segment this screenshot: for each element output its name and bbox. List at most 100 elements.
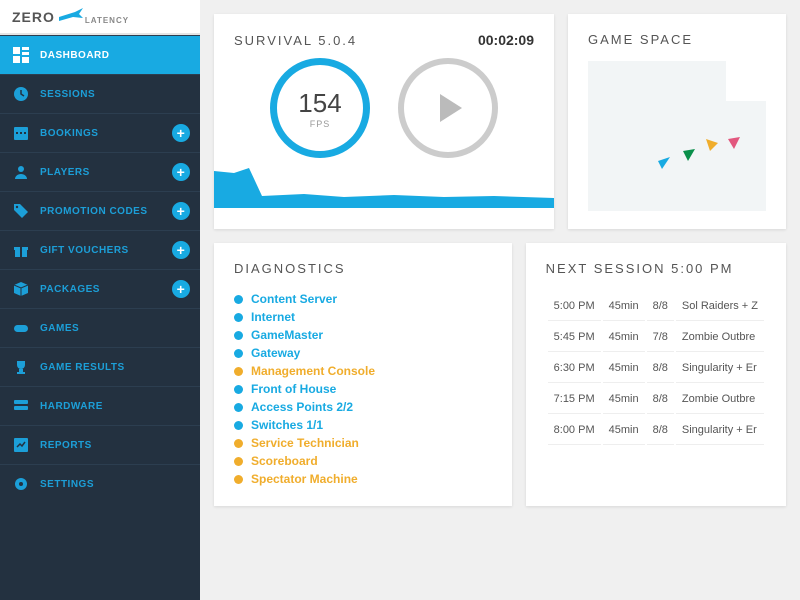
status-dot-warn (234, 439, 243, 448)
session-cap: 8/8 (647, 354, 674, 383)
sidebar-item-label: GAME RESULTS (40, 362, 125, 373)
session-row[interactable]: 6:30 PM45min8/8Singularity + Er (548, 354, 764, 383)
sidebar-item-sessions[interactable]: SESSIONS (0, 74, 200, 113)
session-row[interactable]: 7:15 PM45min8/8Zombie Outbre (548, 385, 764, 414)
session-cap: 7/8 (647, 323, 674, 352)
status-dot-warn (234, 457, 243, 466)
diagnostic-item: Content Server (234, 290, 492, 308)
session-cap: 8/8 (647, 292, 674, 321)
diagnostic-item: Internet (234, 308, 492, 326)
diagnostic-label: Management Console (251, 364, 375, 378)
diagnostic-label: Service Technician (251, 436, 359, 450)
main-area: SURVIVAL 5.0.4 00:02:09 154 FPS (200, 0, 800, 600)
sidebar-item-label: SETTINGS (40, 479, 94, 490)
player-icon (12, 163, 30, 181)
bottom-row: DIAGNOSTICS Content Server Internet GameMa… (214, 243, 786, 506)
session-dur: 45min (603, 354, 645, 383)
brand-latency: LATENCY (85, 16, 129, 25)
add-packages-button[interactable]: + (172, 280, 190, 298)
session-time: 5:00 PM (548, 292, 601, 321)
brand-zero: ZERO (12, 9, 55, 25)
sidebar-item-label: HARDWARE (40, 401, 103, 412)
status-dot-ok (234, 331, 243, 340)
diagnostic-label: Switches 1/1 (251, 418, 323, 432)
app-root: ZERO LATENCY DASHBOARDSESSIONSBOOKINGS+P… (0, 0, 800, 600)
grid-icon (12, 46, 30, 64)
gamepad-icon (12, 319, 30, 337)
session-dur: 45min (603, 323, 645, 352)
sidebar-item-dashboard[interactable]: DASHBOARD (0, 35, 200, 74)
status-dot-ok (234, 403, 243, 412)
status-dot-ok (234, 349, 243, 358)
add-gift-vouchers-button[interactable]: + (172, 241, 190, 259)
session-game: Singularity + Er (676, 416, 764, 445)
game-space-card: GAME SPACE (568, 14, 786, 229)
sidebar-item-players[interactable]: PLAYERS+ (0, 152, 200, 191)
session-time: 7:15 PM (548, 385, 601, 414)
diagnostics-title: DIAGNOSTICS (234, 261, 492, 276)
next-session-table: 5:00 PM45min8/8Sol Raiders + Z5:45 PM45m… (546, 290, 766, 447)
session-row[interactable]: 5:00 PM45min8/8Sol Raiders + Z (548, 292, 764, 321)
survival-timer: 00:02:09 (478, 32, 534, 48)
sidebar-item-label: SESSIONS (40, 89, 95, 100)
sidebar-item-gift-vouchers[interactable]: GIFT VOUCHERS + (0, 230, 200, 269)
gift-icon (12, 241, 30, 259)
sidebar-item-promotion-codes[interactable]: PROMOTION CODES+ (0, 191, 200, 230)
diagnostics-list: Content Server Internet GameMaster Gateway M… (234, 290, 492, 488)
status-dot-ok (234, 295, 243, 304)
add-promotion-codes-button[interactable]: + (172, 202, 190, 220)
status-dot-warn (234, 367, 243, 376)
box-icon (12, 280, 30, 298)
session-dur: 45min (603, 416, 645, 445)
sidebar: ZERO LATENCY DASHBOARDSESSIONSBOOKINGS+P… (0, 0, 200, 600)
add-bookings-button[interactable]: + (172, 124, 190, 142)
session-row[interactable]: 5:45 PM45min7/8Zombie Outbre (548, 323, 764, 352)
game-space-title: GAME SPACE (588, 32, 766, 47)
sidebar-item-label: REPORTS (40, 440, 92, 451)
status-dot-warn (234, 475, 243, 484)
diagnostic-item: Front of House (234, 380, 492, 398)
nav-list: DASHBOARDSESSIONSBOOKINGS+PLAYERS+PROMOT… (0, 35, 200, 600)
session-game: Zombie Outbre (676, 385, 764, 414)
diagnostic-item: Gateway (234, 344, 492, 362)
brand-logo: ZERO LATENCY (0, 0, 200, 35)
tag-icon (12, 202, 30, 220)
top-row: SURVIVAL 5.0.4 00:02:09 154 FPS (214, 14, 786, 229)
sidebar-item-hardware[interactable]: HARDWARE (0, 386, 200, 425)
play-button[interactable] (398, 58, 498, 158)
diagnostic-item: Switches 1/1 (234, 416, 492, 434)
play-icon (440, 94, 462, 122)
next-session-title: NEXT SESSION 5:00 PM (546, 261, 766, 276)
diagnostic-label: Content Server (251, 292, 337, 306)
diagnostic-label: Spectator Machine (251, 472, 358, 486)
next-session-card: NEXT SESSION 5:00 PM 5:00 PM45min8/8Sol … (526, 243, 786, 506)
gear-icon (12, 475, 30, 493)
sidebar-item-packages[interactable]: PACKAGES+ (0, 269, 200, 308)
clock-icon (12, 85, 30, 103)
sidebar-item-label: GAMES (40, 323, 79, 334)
survival-header: SURVIVAL 5.0.4 00:02:09 (234, 32, 534, 48)
session-cap: 8/8 (647, 416, 674, 445)
sidebar-item-game-results[interactable]: GAME RESULTS (0, 347, 200, 386)
session-time: 5:45 PM (548, 323, 601, 352)
session-row[interactable]: 8:00 PM45min8/8Singularity + Er (548, 416, 764, 445)
survival-card: SURVIVAL 5.0.4 00:02:09 154 FPS (214, 14, 554, 229)
add-players-button[interactable]: + (172, 163, 190, 181)
survival-title: SURVIVAL 5.0.4 (234, 33, 357, 48)
plane-icon (59, 8, 83, 25)
status-dot-ok (234, 385, 243, 394)
sidebar-item-reports[interactable]: REPORTS (0, 425, 200, 464)
diagnostic-item: Service Technician (234, 434, 492, 452)
diagnostic-item: Management Console (234, 362, 492, 380)
diagnostic-label: Gateway (251, 346, 300, 360)
session-dur: 45min (603, 385, 645, 414)
sidebar-item-label: GIFT VOUCHERS (40, 245, 129, 256)
fps-sparkline (214, 168, 554, 208)
fps-label: FPS (310, 119, 331, 129)
diagnostic-label: GameMaster (251, 328, 323, 342)
sidebar-item-bookings[interactable]: BOOKINGS + (0, 113, 200, 152)
sidebar-item-games[interactable]: GAMES (0, 308, 200, 347)
sidebar-item-label: BOOKINGS (40, 128, 98, 139)
sidebar-item-settings[interactable]: SETTINGS (0, 464, 200, 503)
diagnostic-label: Internet (251, 310, 295, 324)
